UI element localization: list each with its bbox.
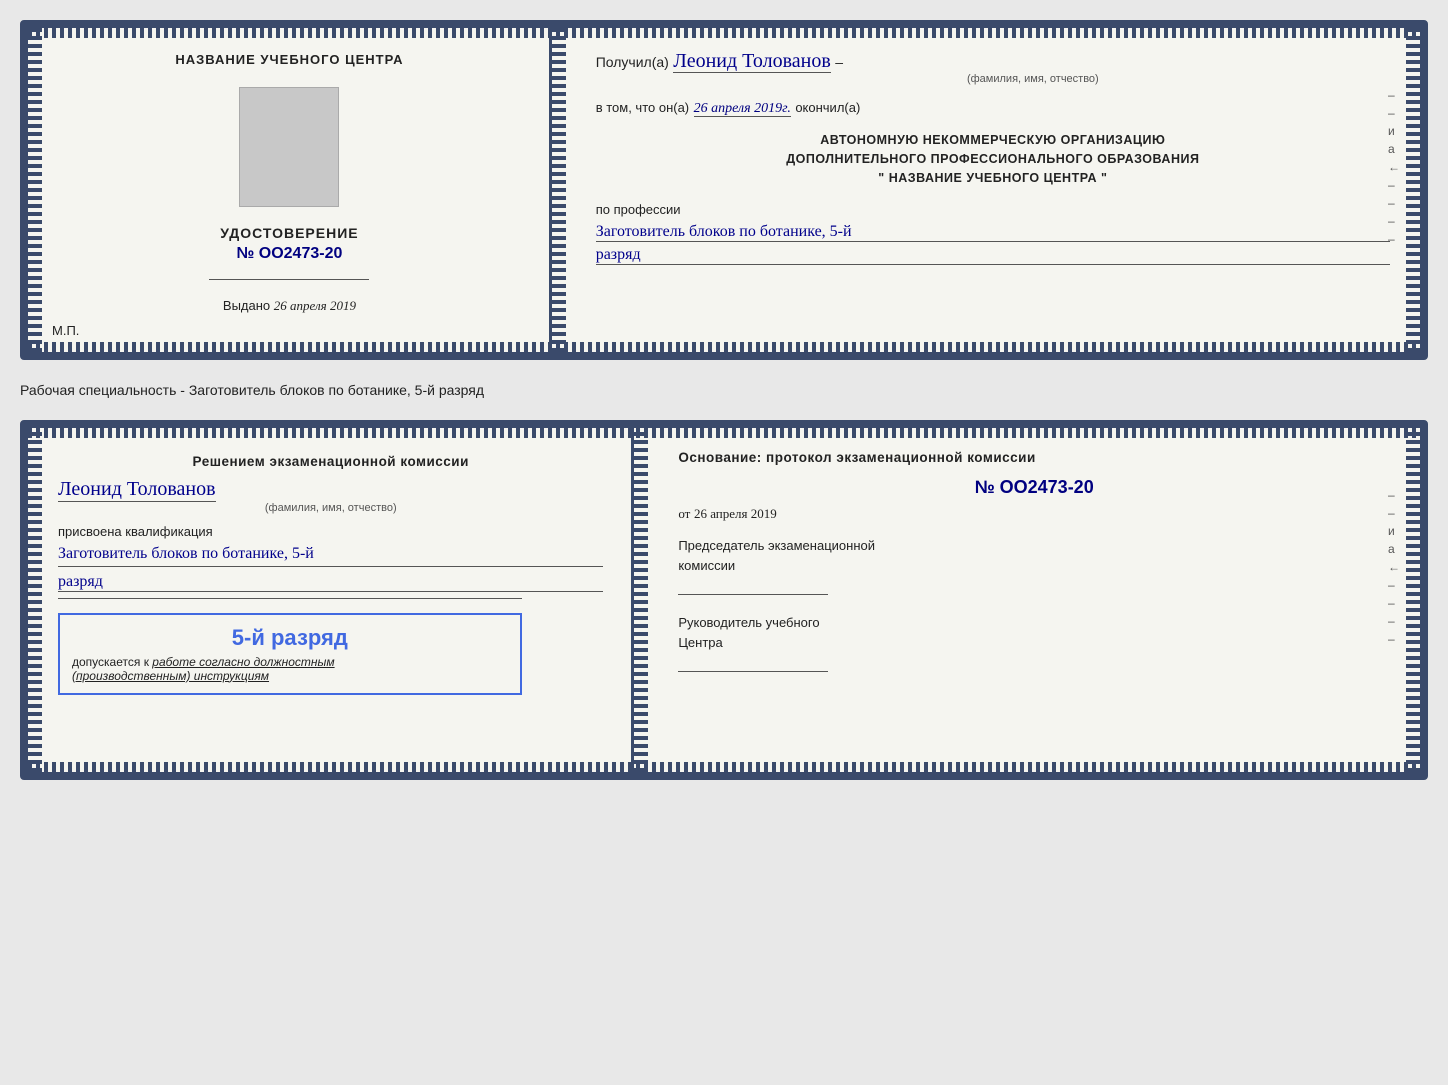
protocol-number: № OO2473-20 bbox=[678, 477, 1390, 498]
side-label2-dash4: – bbox=[1388, 596, 1400, 610]
mp-label: М.П. bbox=[52, 323, 79, 338]
certify-section: в том, что он(а) 26 апреля 2019г. окончи… bbox=[596, 99, 1390, 117]
side-label-и: и bbox=[1388, 124, 1400, 138]
chairman-signature-line bbox=[678, 577, 828, 595]
from-date-value: 26 апреля 2019 bbox=[694, 506, 777, 521]
center-divider-2 bbox=[634, 428, 648, 772]
commission-text: Решением экзаменационной комиссии bbox=[58, 452, 603, 472]
rank-big: 5-й разряд bbox=[72, 625, 508, 651]
issued-label: Выдано bbox=[223, 298, 270, 313]
page-container: НАЗВАНИЕ УЧЕБНОГО ЦЕНТРА УДОСТОВЕРЕНИЕ №… bbox=[20, 20, 1428, 780]
fio-label-1: (фамилия, имя, отчество) bbox=[676, 73, 1390, 85]
head-label2: Центра bbox=[678, 633, 1390, 653]
side-label2-и: и bbox=[1388, 524, 1400, 538]
допускается-section: допускается к работе согласно должностны… bbox=[72, 655, 508, 683]
side-label-arrow: ← bbox=[1388, 160, 1400, 174]
profession-section: по профессии Заготовитель блоков по бота… bbox=[596, 201, 1390, 265]
right-side-labels-2: – – и а ← – – – – bbox=[1388, 488, 1400, 646]
doc2-left-panel: Решением экзаменационной комиссии Леонид… bbox=[28, 428, 634, 772]
head-section: Руководитель учебного Центра bbox=[678, 613, 1390, 672]
between-text: Рабочая специальность - Заготовитель бло… bbox=[20, 378, 1428, 402]
head-label1: Руководитель учебного bbox=[678, 613, 1390, 633]
issued-date: 26 апреля 2019 bbox=[274, 298, 356, 313]
side-label2-dash3: – bbox=[1388, 578, 1400, 592]
blue-box: 5-й разряд допускается к работе согласно… bbox=[58, 613, 522, 695]
side-label-dash5: – bbox=[1388, 214, 1400, 228]
right-side-labels: – – и а ← – – – – bbox=[1388, 88, 1400, 246]
chairman-label2: комиссии bbox=[678, 556, 1390, 576]
certify-prefix: в том, что он(а) bbox=[596, 100, 689, 115]
doc1-left-panel: НАЗВАНИЕ УЧЕБНОГО ЦЕНТРА УДОСТОВЕРЕНИЕ №… bbox=[28, 28, 552, 352]
допускается-label: допускается к bbox=[72, 655, 149, 669]
doc2-right-panel: Основание: протокол экзаменационной коми… bbox=[648, 428, 1420, 772]
org-section: АВТОНОМНУЮ НЕКОММЕРЧЕСКУЮ ОРГАНИЗАЦИЮ ДО… bbox=[596, 131, 1390, 187]
org-line2: ДОПОЛНИТЕЛЬНОГО ПРОФЕССИОНАЛЬНОГО ОБРАЗО… bbox=[786, 152, 1199, 166]
doc1-left-title: НАЗВАНИЕ УЧЕБНОГО ЦЕНТРА bbox=[175, 52, 403, 67]
profession-label: по профессии bbox=[596, 202, 681, 217]
issued-line: Выдано 26 апреля 2019 bbox=[223, 298, 356, 314]
org-line1: АВТОНОМНУЮ НЕКОММЕРЧЕСКУЮ ОРГАНИЗАЦИЮ bbox=[820, 133, 1165, 147]
head-signature-line bbox=[678, 654, 828, 672]
side-label2-arrow: ← bbox=[1388, 560, 1400, 574]
org-line3: " НАЗВАНИЕ УЧЕБНОГО ЦЕНТРА " bbox=[878, 171, 1107, 185]
certify-suffix: окончил(а) bbox=[795, 100, 860, 115]
assigned-label: присвоена квалификация bbox=[58, 524, 603, 539]
side-label2-dash2: – bbox=[1388, 506, 1400, 520]
document-card-2: Решением экзаменационной комиссии Леонид… bbox=[20, 420, 1428, 780]
from-label: от bbox=[678, 506, 690, 521]
doc2-name: Леонид Толованов bbox=[58, 478, 216, 502]
side-label-dash6: – bbox=[1388, 232, 1400, 246]
doc2-name-section: Леонид Толованов (фамилия, имя, отчество… bbox=[58, 472, 603, 514]
doc2-fio-label: (фамилия, имя, отчество) bbox=[58, 502, 603, 514]
cert-title: УДОСТОВЕРЕНИЕ bbox=[220, 225, 358, 241]
right-decoration-1 bbox=[1406, 28, 1420, 352]
side-label-а: а bbox=[1388, 142, 1400, 156]
recipient-prefix: Получил(а) bbox=[596, 54, 669, 70]
side-label-dash1: – bbox=[1388, 88, 1400, 102]
recipient-name: Леонид Толованов bbox=[673, 50, 831, 73]
photo-placeholder bbox=[239, 87, 339, 207]
side-label-dash4: – bbox=[1388, 196, 1400, 210]
side-label2-dash1: – bbox=[1388, 488, 1400, 502]
side-label2-dash6: – bbox=[1388, 632, 1400, 646]
side-label-dash3: – bbox=[1388, 178, 1400, 192]
basis-title: Основание: протокол экзаменационной коми… bbox=[678, 450, 1390, 465]
side-label2-dash5: – bbox=[1388, 614, 1400, 628]
side-label2-а: а bbox=[1388, 542, 1400, 556]
chairman-section: Председатель экзаменационной комиссии bbox=[678, 536, 1390, 595]
recipient-section: Получил(а) Леонид Толованов – (фамилия, … bbox=[596, 50, 1390, 85]
side-label-dash2: – bbox=[1388, 106, 1400, 120]
rank-value-1: разряд bbox=[596, 246, 1390, 265]
инструкциям-label: (производственным) инструкциям bbox=[72, 669, 269, 683]
rank-value-2: разряд bbox=[58, 573, 603, 592]
qualification-value: Заготовитель блоков по ботанике, 5-й bbox=[58, 543, 603, 566]
doc1-right-panel: Получил(а) Леонид Толованов – (фамилия, … bbox=[566, 28, 1420, 352]
from-date-line: от 26 апреля 2019 bbox=[678, 506, 1390, 522]
right-decoration-2 bbox=[1406, 428, 1420, 772]
document-card-1: НАЗВАНИЕ УЧЕБНОГО ЦЕНТРА УДОСТОВЕРЕНИЕ №… bbox=[20, 20, 1428, 360]
certify-date: 26 апреля 2019г. bbox=[694, 101, 791, 117]
работе-label: работе согласно должностным bbox=[152, 655, 334, 669]
chairman-label1: Председатель экзаменационной bbox=[678, 536, 1390, 556]
center-divider bbox=[552, 28, 566, 352]
cert-number: № OO2473-20 bbox=[236, 245, 342, 263]
profession-value: Заготовитель блоков по ботанике, 5-й bbox=[596, 223, 1390, 242]
